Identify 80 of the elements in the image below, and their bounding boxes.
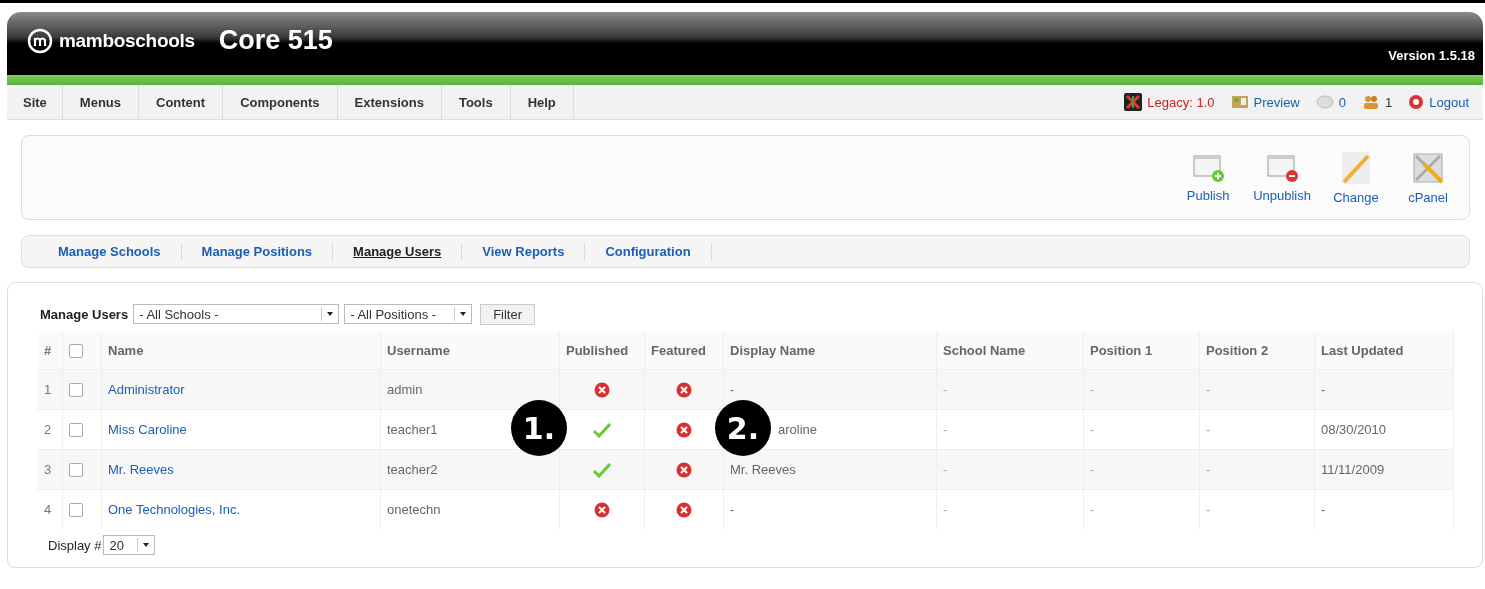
table-cell: - xyxy=(723,369,937,410)
submenu-tab[interactable]: View Reports xyxy=(462,242,586,261)
table-cell: 11/11/2009 xyxy=(1314,449,1454,490)
table-cell: - xyxy=(1314,369,1454,410)
table-cell: - xyxy=(936,489,1084,529)
table-cell: - xyxy=(1083,489,1200,529)
table-cell: - xyxy=(1199,489,1315,529)
filter-label: Manage Users xyxy=(40,306,129,322)
column-header: Position 1 xyxy=(1083,332,1200,370)
submenu-tab[interactable]: Manage Users xyxy=(333,242,463,261)
preview-link[interactable]: Preview xyxy=(1253,94,1300,110)
cross-icon[interactable] xyxy=(594,381,610,398)
legacy-link[interactable]: Legacy: 1.0 xyxy=(1147,94,1215,110)
message-icon xyxy=(1315,94,1334,110)
filter-button[interactable]: Filter xyxy=(480,303,536,325)
display-select[interactable]: 20 xyxy=(103,535,156,555)
select-all-checkbox[interactable] xyxy=(69,344,83,359)
users-icon xyxy=(1362,94,1380,110)
unpublish-button[interactable]: Unpublish xyxy=(1249,152,1315,203)
user-name-link[interactable]: One Technologies, Inc. xyxy=(108,502,240,517)
submenu-tab[interactable]: Configuration xyxy=(585,242,712,261)
column-header: Username xyxy=(380,332,560,370)
table-cell: - xyxy=(936,449,1084,490)
row-checkbox[interactable] xyxy=(69,503,83,518)
submenu-tab[interactable]: Manage Schools xyxy=(38,242,182,261)
user-name-link[interactable]: Miss Caroline xyxy=(108,422,187,437)
cross-icon[interactable] xyxy=(676,461,692,478)
legacy-icon xyxy=(1124,93,1143,111)
display-label: Display # xyxy=(48,537,102,553)
users-link[interactable]: 1 xyxy=(1385,94,1393,110)
table-cell: onetechn xyxy=(380,489,560,529)
cross-icon[interactable] xyxy=(676,381,692,398)
table-cell: admin xyxy=(380,369,560,410)
position-select[interactable]: - All Positions - xyxy=(344,304,473,324)
school-select[interactable]: - All Schools - xyxy=(133,304,340,324)
table-cell: - xyxy=(1083,449,1200,490)
publish-button[interactable]: Publish xyxy=(1177,152,1240,203)
preview-icon xyxy=(1230,94,1249,110)
cross-icon[interactable] xyxy=(594,501,610,518)
logo-icon xyxy=(27,27,53,54)
logout-icon xyxy=(1408,94,1425,110)
column-header: Last Updated xyxy=(1314,332,1454,370)
messages-link[interactable]: 0 xyxy=(1338,94,1346,110)
table-cell: - xyxy=(1314,489,1454,529)
change-button[interactable]: Change xyxy=(1325,150,1387,205)
table-cell: - xyxy=(723,489,937,529)
table-cell: - xyxy=(1199,449,1315,490)
row-number: 4 xyxy=(38,489,63,529)
version-label: Version 1.5.18 xyxy=(1388,48,1475,63)
logo-text: mamboschools xyxy=(59,29,195,52)
row-number: 3 xyxy=(38,449,63,490)
logout-link[interactable]: Logout xyxy=(1429,94,1469,110)
cross-icon[interactable] xyxy=(676,421,692,438)
submenu-tab[interactable]: Manage Positions xyxy=(181,242,334,261)
table-cell: - xyxy=(1083,369,1200,410)
column-header: Published xyxy=(559,332,645,370)
row-checkbox[interactable] xyxy=(69,423,83,438)
table-cell: - xyxy=(1199,369,1315,410)
table-cell: - xyxy=(936,369,1084,410)
cross-icon[interactable] xyxy=(676,501,692,518)
column-header: Display Name xyxy=(723,332,937,370)
user-name-link[interactable]: Mr. Reeves xyxy=(108,462,174,477)
table-cell: Mr. Reeves xyxy=(723,449,937,490)
window-plus-icon xyxy=(1190,152,1227,184)
column-header: # xyxy=(38,332,63,370)
tools-icon xyxy=(1410,150,1446,186)
row-checkbox[interactable] xyxy=(69,383,83,398)
column-header: School Name xyxy=(936,332,1084,370)
column-header: Position 2 xyxy=(1199,332,1315,370)
column-header: Name xyxy=(101,332,381,370)
user-name-link[interactable]: Administrator xyxy=(108,382,185,397)
row-checkbox[interactable] xyxy=(69,463,83,478)
table-cell: teacher2 xyxy=(380,449,560,490)
site-title: Core 515 xyxy=(218,25,333,56)
check-icon[interactable] xyxy=(592,461,612,478)
column-header: Featured xyxy=(644,332,724,370)
window-minus-icon xyxy=(1264,152,1301,184)
cpanel-button[interactable]: cPanel xyxy=(1397,150,1459,205)
check-icon[interactable] xyxy=(592,421,612,438)
row-number: 1 xyxy=(38,369,63,410)
